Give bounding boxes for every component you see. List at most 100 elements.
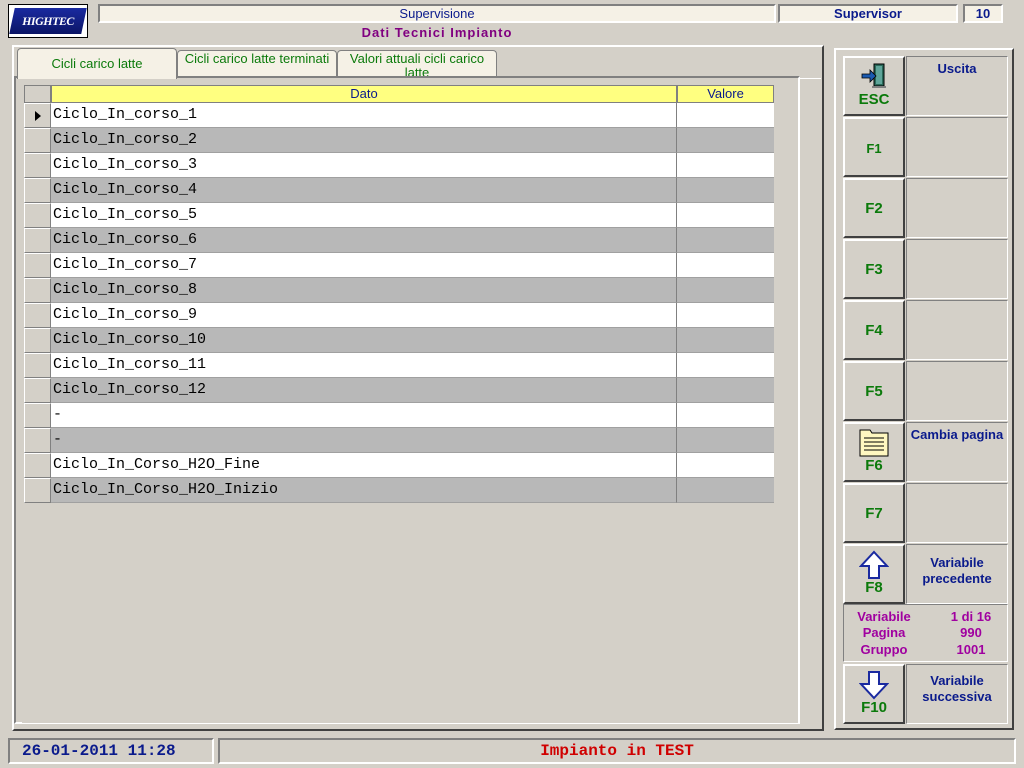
f4-key[interactable]: F4 — [843, 300, 905, 360]
table-row[interactable]: Ciclo_In_corso_11 — [24, 353, 777, 378]
cell-dato[interactable]: Ciclo_In_corso_4 — [51, 178, 677, 203]
row-selector[interactable] — [24, 103, 51, 128]
cell-valore[interactable] — [677, 228, 774, 253]
row-selector[interactable] — [24, 453, 51, 478]
table-row[interactable]: Ciclo_In_Corso_H2O_Fine — [24, 453, 777, 478]
cell-dato[interactable]: Ciclo_In_corso_5 — [51, 203, 677, 228]
f6-key-label: F6 — [865, 457, 883, 474]
column-header-dato[interactable]: Dato — [51, 85, 677, 103]
f5-key[interactable]: F5 — [843, 361, 905, 421]
row-selector[interactable] — [24, 153, 51, 178]
cell-valore[interactable] — [677, 328, 774, 353]
row-selector[interactable] — [24, 203, 51, 228]
table-row[interactable]: Ciclo_In_corso_4 — [24, 178, 777, 203]
table-row[interactable]: Ciclo_In_corso_9 — [24, 303, 777, 328]
cell-valore[interactable] — [677, 128, 774, 153]
cell-dato[interactable]: Ciclo_In_corso_10 — [51, 328, 677, 353]
f7-key-label: F7 — [865, 505, 883, 522]
cell-valore[interactable] — [677, 353, 774, 378]
cell-valore[interactable] — [677, 453, 774, 478]
f1-key[interactable]: F1 — [843, 117, 905, 177]
f7-key[interactable]: F7 — [843, 483, 905, 543]
pagina-value: 990 — [960, 625, 982, 640]
f10-key-label: F10 — [861, 699, 887, 716]
cell-dato[interactable]: Ciclo_In_Corso_H2O_Fine — [51, 453, 677, 478]
cell-valore[interactable] — [677, 253, 774, 278]
cell-valore[interactable] — [677, 403, 774, 428]
row-selector[interactable] — [24, 378, 51, 403]
row-selector[interactable] — [24, 278, 51, 303]
cell-dato[interactable]: - — [51, 428, 677, 453]
grid-corner — [24, 85, 51, 103]
table-row[interactable]: Ciclo_In_corso_6 — [24, 228, 777, 253]
row-selector[interactable] — [24, 303, 51, 328]
cell-dato[interactable]: Ciclo_In_corso_11 — [51, 353, 677, 378]
cell-dato[interactable]: Ciclo_In_corso_2 — [51, 128, 677, 153]
row-selector[interactable] — [24, 178, 51, 203]
cell-dato[interactable]: - — [51, 403, 677, 428]
cell-dato[interactable]: Ciclo_In_corso_7 — [51, 253, 677, 278]
row-pointer-icon — [35, 111, 41, 121]
row-selector[interactable] — [24, 253, 51, 278]
variabile-value: 1 di 16 — [950, 609, 992, 624]
f10-description: Variabile successiva — [906, 664, 1008, 724]
cell-dato[interactable]: Ciclo_In_corso_3 — [51, 153, 677, 178]
tab-cicli-carico-latte[interactable]: Cicli carico latte — [17, 48, 177, 79]
cell-dato[interactable]: Ciclo_In_corso_8 — [51, 278, 677, 303]
tab-cicli-terminati[interactable]: Cicli carico latte terminati — [177, 50, 337, 78]
table-row[interactable]: Ciclo_In_corso_1 — [24, 103, 777, 128]
table-row[interactable]: - — [24, 403, 777, 428]
f10-key[interactable]: F10 — [843, 664, 905, 724]
esc-key-label: ESC — [858, 91, 890, 108]
f2-description — [906, 178, 1008, 238]
table-row[interactable]: Ciclo_In_corso_8 — [24, 278, 777, 303]
footer-datetime: 26-01-2011 11:28 — [8, 738, 214, 764]
row-selector[interactable] — [24, 478, 51, 503]
f4-description — [906, 300, 1008, 360]
cell-valore[interactable] — [677, 478, 774, 503]
row-selector[interactable] — [24, 128, 51, 153]
cell-dato[interactable]: Ciclo_In_corso_1 — [51, 103, 677, 128]
row-selector[interactable] — [24, 228, 51, 253]
cell-dato[interactable]: Ciclo_In_corso_9 — [51, 303, 677, 328]
row-selector[interactable] — [24, 353, 51, 378]
f1-description — [906, 117, 1008, 177]
esc-key[interactable]: ESC — [843, 56, 905, 116]
row-selector[interactable] — [24, 428, 51, 453]
gruppo-value: 1001 — [956, 642, 986, 657]
f6-key[interactable]: F6 — [843, 422, 905, 482]
row-selector[interactable] — [24, 328, 51, 353]
cell-valore[interactable] — [677, 103, 774, 128]
f2-key[interactable]: F2 — [843, 178, 905, 238]
cell-valore[interactable] — [677, 153, 774, 178]
f8-key[interactable]: F8 — [843, 544, 905, 604]
cell-valore[interactable] — [677, 303, 774, 328]
table-row[interactable]: Ciclo_In_corso_5 — [24, 203, 777, 228]
row-selector[interactable] — [24, 403, 51, 428]
f3-key[interactable]: F3 — [843, 239, 905, 299]
data-grid[interactable]: Dato Valore Ciclo_In_corso_1 Ciclo_In_cor… — [22, 83, 798, 723]
cell-dato[interactable]: Ciclo_In_corso_12 — [51, 378, 677, 403]
page-folder-icon — [859, 429, 889, 457]
tab-valori-attuali[interactable]: Valori attuali cicli carico latte — [337, 50, 497, 80]
cell-valore[interactable] — [677, 428, 774, 453]
table-row[interactable]: Ciclo_In_corso_2 — [24, 128, 777, 153]
table-row[interactable]: Ciclo_In_corso_12 — [24, 378, 777, 403]
cell-valore[interactable] — [677, 278, 774, 303]
arrow-up-icon — [859, 550, 889, 579]
cell-dato[interactable]: Ciclo_In_Corso_H2O_Inizio — [51, 478, 677, 503]
f7-description — [906, 483, 1008, 543]
table-row[interactable]: Ciclo_In_corso_7 — [24, 253, 777, 278]
table-row[interactable]: Ciclo_In_corso_10 — [24, 328, 777, 353]
table-row[interactable]: - — [24, 428, 777, 453]
f8-key-label: F8 — [865, 579, 883, 596]
cell-valore[interactable] — [677, 178, 774, 203]
cell-dato[interactable]: Ciclo_In_corso_6 — [51, 228, 677, 253]
table-row[interactable]: Ciclo_In_corso_3 — [24, 153, 777, 178]
column-header-valore[interactable]: Valore — [677, 85, 774, 103]
f5-description — [906, 361, 1008, 421]
table-row[interactable]: Ciclo_In_Corso_H2O_Inizio — [24, 478, 777, 503]
pagina-label: Pagina — [862, 625, 906, 640]
cell-valore[interactable] — [677, 203, 774, 228]
cell-valore[interactable] — [677, 378, 774, 403]
